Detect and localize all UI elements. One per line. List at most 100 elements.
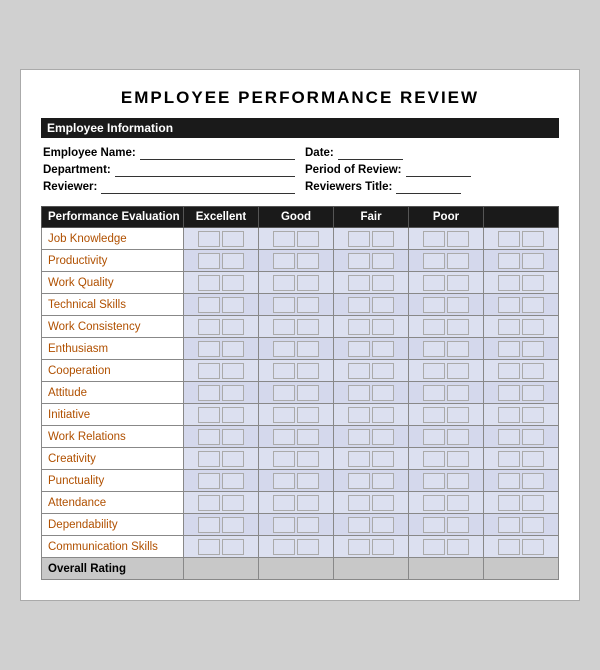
- rating-cell[interactable]: [184, 382, 259, 404]
- rating-cell[interactable]: [259, 250, 334, 272]
- rating-cell[interactable]: [409, 426, 484, 448]
- rating-cell[interactable]: [484, 382, 559, 404]
- reviewer-input[interactable]: [101, 180, 295, 194]
- evaluation-table: Performance Evaluation Excellent Good Fa…: [41, 206, 559, 580]
- rating-cell[interactable]: [409, 360, 484, 382]
- rating-cell[interactable]: [484, 470, 559, 492]
- rating-cell[interactable]: [184, 228, 259, 250]
- eval-row-label: Attitude: [42, 382, 184, 404]
- rating-cell[interactable]: [184, 404, 259, 426]
- period-review-input[interactable]: [406, 163, 471, 177]
- rating-cell[interactable]: [184, 250, 259, 272]
- rating-cell[interactable]: [409, 470, 484, 492]
- rating-cell[interactable]: [409, 228, 484, 250]
- rating-cell[interactable]: [409, 272, 484, 294]
- date-row: Date:: [305, 146, 557, 160]
- rating-cell[interactable]: [334, 228, 409, 250]
- rating-cell[interactable]: [409, 492, 484, 514]
- rating-cell[interactable]: [259, 426, 334, 448]
- rating-cell[interactable]: [184, 426, 259, 448]
- reviewer-row: Reviewer:: [43, 180, 295, 194]
- rating-cell[interactable]: [184, 448, 259, 470]
- rating-cell[interactable]: [184, 316, 259, 338]
- department-input[interactable]: [115, 163, 295, 177]
- reviewers-title-row: Reviewers Title:: [305, 180, 557, 194]
- rating-cell[interactable]: [334, 272, 409, 294]
- rating-cell[interactable]: [484, 536, 559, 558]
- eval-row-label: Initiative: [42, 404, 184, 426]
- rating-cell[interactable]: [334, 558, 409, 580]
- rating-cell[interactable]: [334, 514, 409, 536]
- rating-cell[interactable]: [184, 294, 259, 316]
- rating-cell[interactable]: [259, 382, 334, 404]
- rating-cell[interactable]: [259, 448, 334, 470]
- rating-cell[interactable]: [484, 338, 559, 360]
- rating-cell[interactable]: [259, 514, 334, 536]
- rating-cell[interactable]: [484, 492, 559, 514]
- rating-cell[interactable]: [334, 294, 409, 316]
- reviewers-title-input[interactable]: [396, 180, 461, 194]
- eval-row-label: Enthusiasm: [42, 338, 184, 360]
- rating-cell[interactable]: [259, 294, 334, 316]
- rating-cell[interactable]: [334, 316, 409, 338]
- rating-cell[interactable]: [184, 360, 259, 382]
- rating-cell[interactable]: [484, 514, 559, 536]
- date-input[interactable]: [338, 146, 403, 160]
- rating-cell[interactable]: [334, 492, 409, 514]
- rating-cell[interactable]: [334, 338, 409, 360]
- rating-cell[interactable]: [184, 470, 259, 492]
- eval-row-label: Technical Skills: [42, 294, 184, 316]
- rating-cell[interactable]: [259, 228, 334, 250]
- rating-cell[interactable]: [334, 448, 409, 470]
- rating-cell[interactable]: [484, 272, 559, 294]
- eval-row-label: Communication Skills: [42, 536, 184, 558]
- eval-row-label: Cooperation: [42, 360, 184, 382]
- rating-cell[interactable]: [484, 250, 559, 272]
- rating-cell[interactable]: [484, 558, 559, 580]
- rating-cell[interactable]: [184, 272, 259, 294]
- rating-cell[interactable]: [334, 470, 409, 492]
- rating-cell[interactable]: [334, 360, 409, 382]
- rating-cell[interactable]: [259, 470, 334, 492]
- rating-cell[interactable]: [184, 514, 259, 536]
- rating-cell[interactable]: [259, 492, 334, 514]
- eval-row-label: Work Consistency: [42, 316, 184, 338]
- rating-cell[interactable]: [484, 360, 559, 382]
- rating-cell[interactable]: [184, 492, 259, 514]
- rating-cell[interactable]: [484, 294, 559, 316]
- rating-cell[interactable]: [184, 536, 259, 558]
- rating-cell[interactable]: [409, 294, 484, 316]
- rating-cell[interactable]: [484, 426, 559, 448]
- rating-cell[interactable]: [259, 558, 334, 580]
- rating-cell[interactable]: [484, 448, 559, 470]
- rating-cell[interactable]: [259, 338, 334, 360]
- rating-cell[interactable]: [334, 250, 409, 272]
- rating-cell[interactable]: [409, 338, 484, 360]
- rating-cell[interactable]: [409, 514, 484, 536]
- rating-cell[interactable]: [259, 404, 334, 426]
- rating-cell[interactable]: [409, 404, 484, 426]
- rating-cell[interactable]: [409, 536, 484, 558]
- rating-cell[interactable]: [184, 338, 259, 360]
- rating-cell[interactable]: [334, 404, 409, 426]
- rating-cell[interactable]: [334, 382, 409, 404]
- rating-cell[interactable]: [409, 382, 484, 404]
- eval-row-label: Work Quality: [42, 272, 184, 294]
- rating-cell[interactable]: [409, 558, 484, 580]
- rating-cell[interactable]: [184, 558, 259, 580]
- rating-cell[interactable]: [334, 536, 409, 558]
- rating-cell[interactable]: [409, 316, 484, 338]
- rating-cell[interactable]: [334, 426, 409, 448]
- rating-cell[interactable]: [484, 228, 559, 250]
- date-label: Date:: [305, 147, 334, 159]
- rating-cell[interactable]: [484, 404, 559, 426]
- rating-cell[interactable]: [259, 272, 334, 294]
- rating-cell[interactable]: [484, 316, 559, 338]
- rating-cell[interactable]: [259, 360, 334, 382]
- rating-cell[interactable]: [409, 250, 484, 272]
- rating-cell[interactable]: [409, 448, 484, 470]
- header-fair: Fair: [334, 207, 409, 228]
- rating-cell[interactable]: [259, 536, 334, 558]
- employee-name-input[interactable]: [140, 146, 295, 160]
- rating-cell[interactable]: [259, 316, 334, 338]
